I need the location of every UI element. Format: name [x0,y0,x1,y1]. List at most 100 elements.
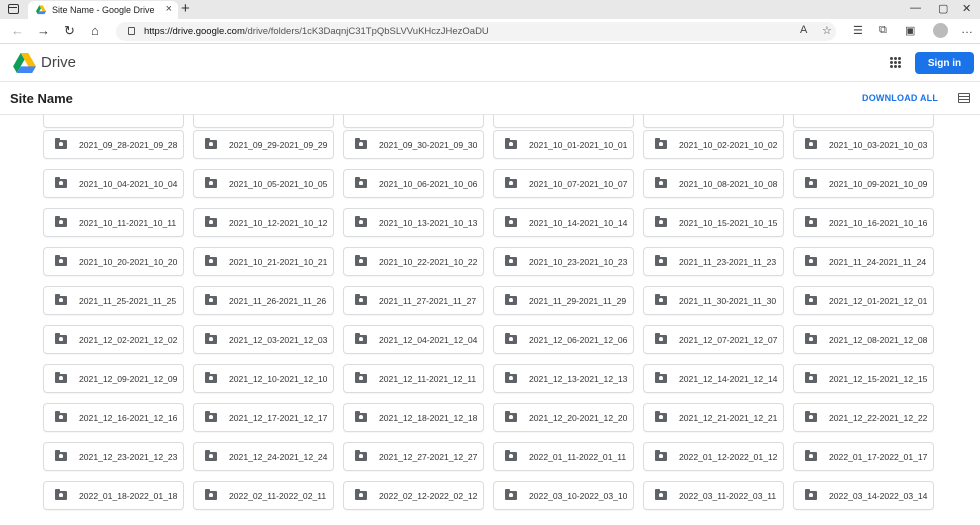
read-aloud-icon[interactable]: A [800,24,807,36]
folder-card[interactable]: 2021_12_21-2021_12_21 [643,403,784,432]
folder-card[interactable]: 2021_10_09-2021_10_09 [793,169,934,198]
folder-card[interactable]: 2022_03_14-2022_03_14 [793,481,934,510]
folder-card[interactable]: 2021_10_23-2021_10_23 [493,247,634,276]
more-menu-icon[interactable]: … [961,22,973,36]
folder-card[interactable]: 2021_10_01-2021_10_01 [493,130,634,159]
shared-folder-icon [55,450,67,461]
folder-card[interactable] [343,115,484,128]
google-drive-logo-icon[interactable] [13,53,36,73]
favorites-list-icon[interactable]: ☰ [853,24,863,37]
close-window-button[interactable]: ✕ [962,2,971,15]
reload-icon[interactable]: ↻ [64,23,75,39]
folder-card[interactable]: 2021_10_14-2021_10_14 [493,208,634,237]
folder-card[interactable]: 2022_01_12-2022_01_12 [643,442,784,471]
folder-card[interactable]: 2021_11_25-2021_11_25 [43,286,184,315]
folder-card[interactable]: 2021_10_02-2021_10_02 [643,130,784,159]
back-arrow-icon[interactable]: ← [11,23,24,39]
minimize-button[interactable]: — [910,2,921,14]
folder-card[interactable]: 2021_10_20-2021_10_20 [43,247,184,276]
shared-folder-icon [55,411,67,422]
folder-card[interactable]: 2021_12_04-2021_12_04 [343,325,484,354]
folder-card[interactable] [43,115,184,128]
folder-card[interactable]: 2022_03_10-2022_03_10 [493,481,634,510]
drive-app-name[interactable]: Drive [41,54,76,71]
home-icon[interactable]: ⌂ [91,23,99,39]
download-all-button[interactable]: DOWNLOAD ALL [862,93,938,103]
folder-card[interactable]: 2021_10_11-2021_10_11 [43,208,184,237]
folder-card[interactable]: 2022_02_11-2022_02_11 [193,481,334,510]
profile-avatar-icon[interactable] [933,23,948,38]
folder-card[interactable] [193,115,334,128]
folder-card[interactable]: 2022_01_18-2022_01_18 [43,481,184,510]
folder-card[interactable]: 2021_12_15-2021_12_15 [793,364,934,393]
forward-arrow-icon[interactable]: → [37,23,50,39]
extension-icon[interactable]: ▣ [905,24,915,37]
folder-card[interactable]: 2021_12_24-2021_12_24 [193,442,334,471]
folder-card[interactable]: 2021_12_14-2021_12_14 [643,364,784,393]
folder-card[interactable]: 2021_12_03-2021_12_03 [193,325,334,354]
tab-actions-icon[interactable] [8,4,19,14]
folder-card[interactable]: 2021_11_29-2021_11_29 [493,286,634,315]
folder-card[interactable]: 2021_11_27-2021_11_27 [343,286,484,315]
folder-card[interactable]: 2021_12_02-2021_12_02 [43,325,184,354]
folder-name: 2021_10_02-2021_10_02 [679,139,778,150]
folder-card[interactable]: 2021_11_26-2021_11_26 [193,286,334,315]
folder-card[interactable]: 2021_12_06-2021_12_06 [493,325,634,354]
folder-card[interactable]: 2021_11_23-2021_11_23 [643,247,784,276]
folder-card[interactable]: 2021_12_18-2021_12_18 [343,403,484,432]
folder-card[interactable]: 2021_10_06-2021_10_06 [343,169,484,198]
folder-card[interactable]: 2021_09_28-2021_09_28 [43,130,184,159]
folder-card[interactable]: 2021_11_24-2021_11_24 [793,247,934,276]
folder-card[interactable] [793,115,934,128]
folder-card[interactable]: 2021_10_21-2021_10_21 [193,247,334,276]
folder-card[interactable]: 2021_12_08-2021_12_08 [793,325,934,354]
folder-card[interactable]: 2021_12_09-2021_12_09 [43,364,184,393]
folder-card[interactable]: 2021_12_20-2021_12_20 [493,403,634,432]
folder-card[interactable]: 2021_12_13-2021_12_13 [493,364,634,393]
folder-card[interactable]: 2021_10_12-2021_10_12 [193,208,334,237]
folder-card[interactable]: 2022_01_11-2022_01_11 [493,442,634,471]
folder-name: 2021_10_14-2021_10_14 [529,217,628,228]
favorite-star-icon[interactable]: ☆ [822,24,832,37]
folder-card[interactable]: 2021_10_15-2021_10_15 [643,208,784,237]
shared-folder-icon [655,411,667,422]
folder-card[interactable]: 2021_09_29-2021_09_29 [193,130,334,159]
folder-card[interactable]: 2021_10_04-2021_10_04 [43,169,184,198]
folder-card[interactable]: 2021_12_16-2021_12_16 [43,403,184,432]
folder-card[interactable]: 2021_12_10-2021_12_10 [193,364,334,393]
folder-card[interactable]: 2021_12_22-2021_12_22 [793,403,934,432]
tab-close-icon[interactable]: × [166,3,172,15]
folder-name: 2021_10_06-2021_10_06 [379,178,478,189]
folder-card[interactable]: 2021_12_17-2021_12_17 [193,403,334,432]
folder-card[interactable]: 2021_10_22-2021_10_22 [343,247,484,276]
folder-card[interactable]: 2022_02_12-2022_02_12 [343,481,484,510]
folder-card[interactable]: 2021_12_27-2021_12_27 [343,442,484,471]
browser-tab[interactable]: Site Name - Google Drive × [28,1,178,19]
folder-card[interactable]: 2021_09_30-2021_09_30 [343,130,484,159]
shared-folder-icon [205,138,217,149]
folder-card[interactable]: 2021_10_05-2021_10_05 [193,169,334,198]
folder-card[interactable] [493,115,634,128]
collections-icon[interactable]: ⧉ [879,24,887,37]
folder-card[interactable]: 2021_12_23-2021_12_23 [43,442,184,471]
folder-card[interactable]: 2022_01_17-2022_01_17 [793,442,934,471]
new-tab-button[interactable]: + [181,0,190,18]
folder-card[interactable]: 2021_10_16-2021_10_16 [793,208,934,237]
folder-card[interactable]: 2021_12_11-2021_12_11 [343,364,484,393]
address-bar[interactable]: https://drive.google.com/drive/folders/1… [116,22,836,41]
folder-grid-area[interactable]: 2021_09_28-2021_09_28 2021_09_29-2021_09_… [0,115,980,525]
folder-card[interactable]: 2021_10_08-2021_10_08 [643,169,784,198]
google-apps-icon[interactable] [890,57,901,68]
folder-card[interactable] [643,115,784,128]
folder-card[interactable]: 2021_11_30-2021_11_30 [643,286,784,315]
folder-card[interactable]: 2021_12_07-2021_12_07 [643,325,784,354]
folder-card[interactable]: 2021_10_03-2021_10_03 [793,130,934,159]
folder-card[interactable]: 2021_10_07-2021_10_07 [493,169,634,198]
folder-card[interactable]: 2021_12_01-2021_12_01 [793,286,934,315]
list-view-icon[interactable] [958,93,970,103]
maximize-button[interactable]: ▢ [938,2,948,15]
sign-in-button[interactable]: Sign in [915,52,974,74]
folder-card[interactable]: 2021_10_13-2021_10_13 [343,208,484,237]
shared-folder-icon [505,333,517,344]
folder-card[interactable]: 2022_03_11-2022_03_11 [643,481,784,510]
